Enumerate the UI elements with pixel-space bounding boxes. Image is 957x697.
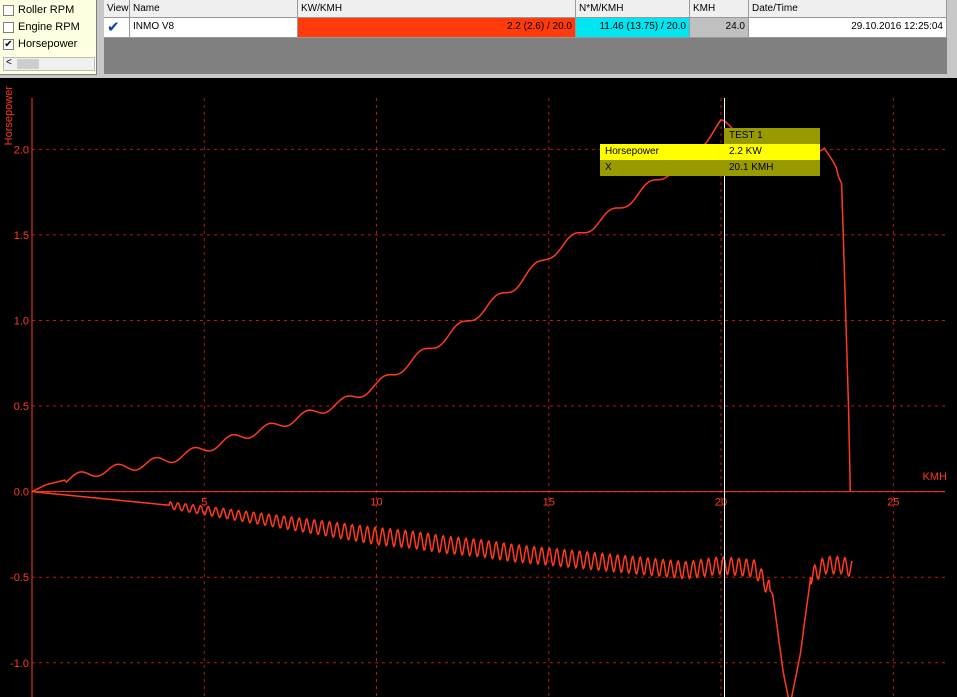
y-tick-label: -0.5 bbox=[10, 572, 29, 584]
tooltip-value-horsepower: 2.2 KW bbox=[724, 144, 820, 160]
x-axis-label: KMH bbox=[923, 471, 948, 483]
col-header-kmh[interactable]: KMH bbox=[690, 0, 749, 18]
tooltip-label-horsepower: Horsepower bbox=[600, 144, 724, 160]
checkbox-horsepower[interactable]: ✔ bbox=[3, 38, 14, 50]
row-kw: 2.2 (2.6) / 20.0 bbox=[298, 18, 576, 38]
x-tick-label: 25 bbox=[887, 497, 899, 509]
scroll-left-icon[interactable]: < bbox=[6, 57, 12, 68]
x-tick-label: 10 bbox=[370, 497, 382, 509]
chart-axes bbox=[31, 98, 945, 697]
tooltip-label-x: X bbox=[600, 160, 724, 176]
row-name[interactable]: INMO V8 bbox=[130, 18, 298, 38]
col-header-view[interactable]: View bbox=[104, 0, 130, 18]
row-nm: 11.46 (13.75) / 20.0 bbox=[576, 18, 690, 38]
toolbar-area: Roller RPM Engine RPM ✔ Horsepower < Vie… bbox=[0, 0, 957, 78]
col-header-kw[interactable]: KW/KMH bbox=[298, 0, 576, 18]
scroll-thumb[interactable] bbox=[17, 59, 39, 69]
y-tick-label: 2.0 bbox=[14, 144, 29, 156]
row-datetime: 29.10.2016 12:25:04 bbox=[749, 18, 947, 38]
tooltip-value-x: 20.1 KMH bbox=[724, 160, 820, 176]
y-axis-label: Horsepower bbox=[3, 86, 15, 146]
horizontal-scrollbar[interactable]: < bbox=[3, 57, 95, 71]
channel-list: Roller RPM Engine RPM ✔ Horsepower < bbox=[0, 0, 97, 75]
results-table: View Name KW/KMH N*M/KMH KMH Date/Time ✔… bbox=[104, 0, 947, 74]
view-check-icon[interactable]: ✔ bbox=[104, 18, 130, 38]
y-tick-label: -1.0 bbox=[10, 658, 29, 670]
channel-horsepower[interactable]: ✔ Horsepower bbox=[3, 36, 77, 52]
chart-grid bbox=[32, 98, 945, 697]
checkbox-engine-rpm[interactable] bbox=[3, 21, 14, 33]
col-header-nm[interactable]: N*M/KMH bbox=[576, 0, 690, 18]
col-header-name[interactable]: Name bbox=[130, 0, 298, 18]
col-header-datetime[interactable]: Date/Time bbox=[749, 0, 947, 18]
channel-roller-rpm[interactable]: Roller RPM bbox=[3, 2, 74, 18]
channel-engine-rpm[interactable]: Engine RPM bbox=[3, 19, 80, 35]
y-tick-label: 0.5 bbox=[14, 401, 29, 413]
channel-label: Roller RPM bbox=[18, 4, 75, 16]
channel-label: Engine RPM bbox=[18, 21, 80, 33]
series-line bbox=[31, 490, 853, 697]
row-kmh: 24.0 bbox=[690, 18, 749, 38]
chart-series bbox=[31, 118, 853, 697]
checkbox-roller-rpm[interactable] bbox=[3, 4, 14, 16]
x-tick-label: 20 bbox=[715, 497, 727, 509]
y-tick-label: 1.5 bbox=[14, 230, 29, 242]
channel-label: Horsepower bbox=[18, 38, 78, 50]
tooltip-header: TEST 1 bbox=[724, 128, 820, 144]
x-tick-label: 15 bbox=[543, 497, 555, 509]
y-tick-label: 0.0 bbox=[14, 487, 29, 499]
y-tick-label: 1.0 bbox=[14, 315, 29, 327]
